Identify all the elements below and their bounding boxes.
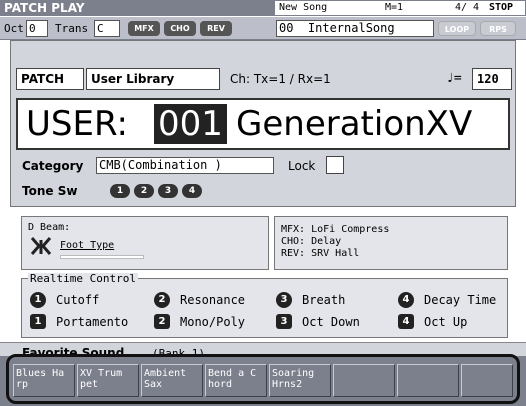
patch-bank: USER: [26,104,128,144]
d-beam-icon [30,237,52,255]
knob-1-icon: 1 [30,292,46,308]
d-beam-label: D Beam: [28,222,71,233]
song-info-box: New Song M=1 4/ 4 STOP [274,0,526,16]
measure: M=1 [385,2,404,13]
knob-2-label[interactable]: Resonance [180,292,245,308]
tone-switch-2[interactable]: 2 [134,184,154,198]
patch-name: GenerationXV [236,104,473,144]
mfx-type: MFX: LoFi Compress [281,224,390,235]
knob-3-label[interactable]: Breath [302,292,345,308]
song-name: New Song [279,2,328,13]
switch-3-icon: 3 [276,314,292,329]
rps-button[interactable]: RPS [480,21,516,36]
mfx-pill[interactable]: MFX [128,21,160,36]
screen-title: PATCH PLAY [4,1,85,15]
song-title: InternalSong [307,21,395,35]
category-field[interactable]: CMB(Combination ) [96,157,274,174]
switch-1-icon: 1 [30,314,46,329]
tone-sw-label: Tone Sw [22,184,78,198]
switch-2-icon: 2 [154,314,170,329]
d-beam-type: Foot Type [60,240,115,251]
trans-field[interactable]: C [94,20,120,37]
tempo-field[interactable]: 120 [472,68,512,90]
midi-channel: Ch: Tx=1 / Rx=1 [230,72,331,86]
tone-switch-4[interactable]: 4 [182,184,202,198]
knob-4-label[interactable]: Decay Time [424,292,496,308]
song-select-field[interactable]: 00 InternalSong [276,20,434,37]
tempo-symbol: ♩= [446,71,462,86]
switch-3-label[interactable]: Oct Down [302,314,360,330]
lock-checkbox[interactable] [326,156,344,174]
favorite-buttons-highlight [6,354,520,404]
tone-switch-1[interactable]: 1 [110,184,130,198]
category-label: Category [22,159,84,173]
cho-type: CHO: Delay [281,236,342,247]
d-beam-level-bar [60,255,144,259]
knob-3-icon: 3 [276,292,292,308]
switch-1-label[interactable]: Portamento [56,314,128,330]
switch-2-label[interactable]: Mono/Poly [180,314,245,330]
loop-button[interactable]: LOOP [438,21,476,36]
user-library-button[interactable]: User Library [86,68,220,90]
song-number: 00 [279,21,294,35]
transport-status: STOP [489,2,514,13]
oct-label: Oct [4,22,24,35]
cho-pill[interactable]: CHO [164,21,196,36]
oct-field[interactable]: 0 [26,20,48,37]
patch-number[interactable]: 001 [154,104,227,144]
rev-pill[interactable]: REV [200,21,232,36]
switch-4-label[interactable]: Oct Up [424,314,467,330]
tone-switch-3[interactable]: 3 [158,184,178,198]
knob-1-label[interactable]: Cutoff [56,292,99,308]
patch-tag: PATCH [16,68,84,90]
realtime-control-title: Realtime Control [28,272,138,285]
knob-2-icon: 2 [154,292,170,308]
trans-label: Trans [55,22,89,35]
lock-label: Lock [288,159,316,173]
switch-4-icon: 4 [398,314,414,329]
patch-name-display[interactable]: USER: 001 GenerationXV [16,98,510,150]
rev-type: REV: SRV Hall [281,248,360,259]
knob-4-icon: 4 [398,292,414,308]
time-signature: 4/ 4 [455,2,480,13]
